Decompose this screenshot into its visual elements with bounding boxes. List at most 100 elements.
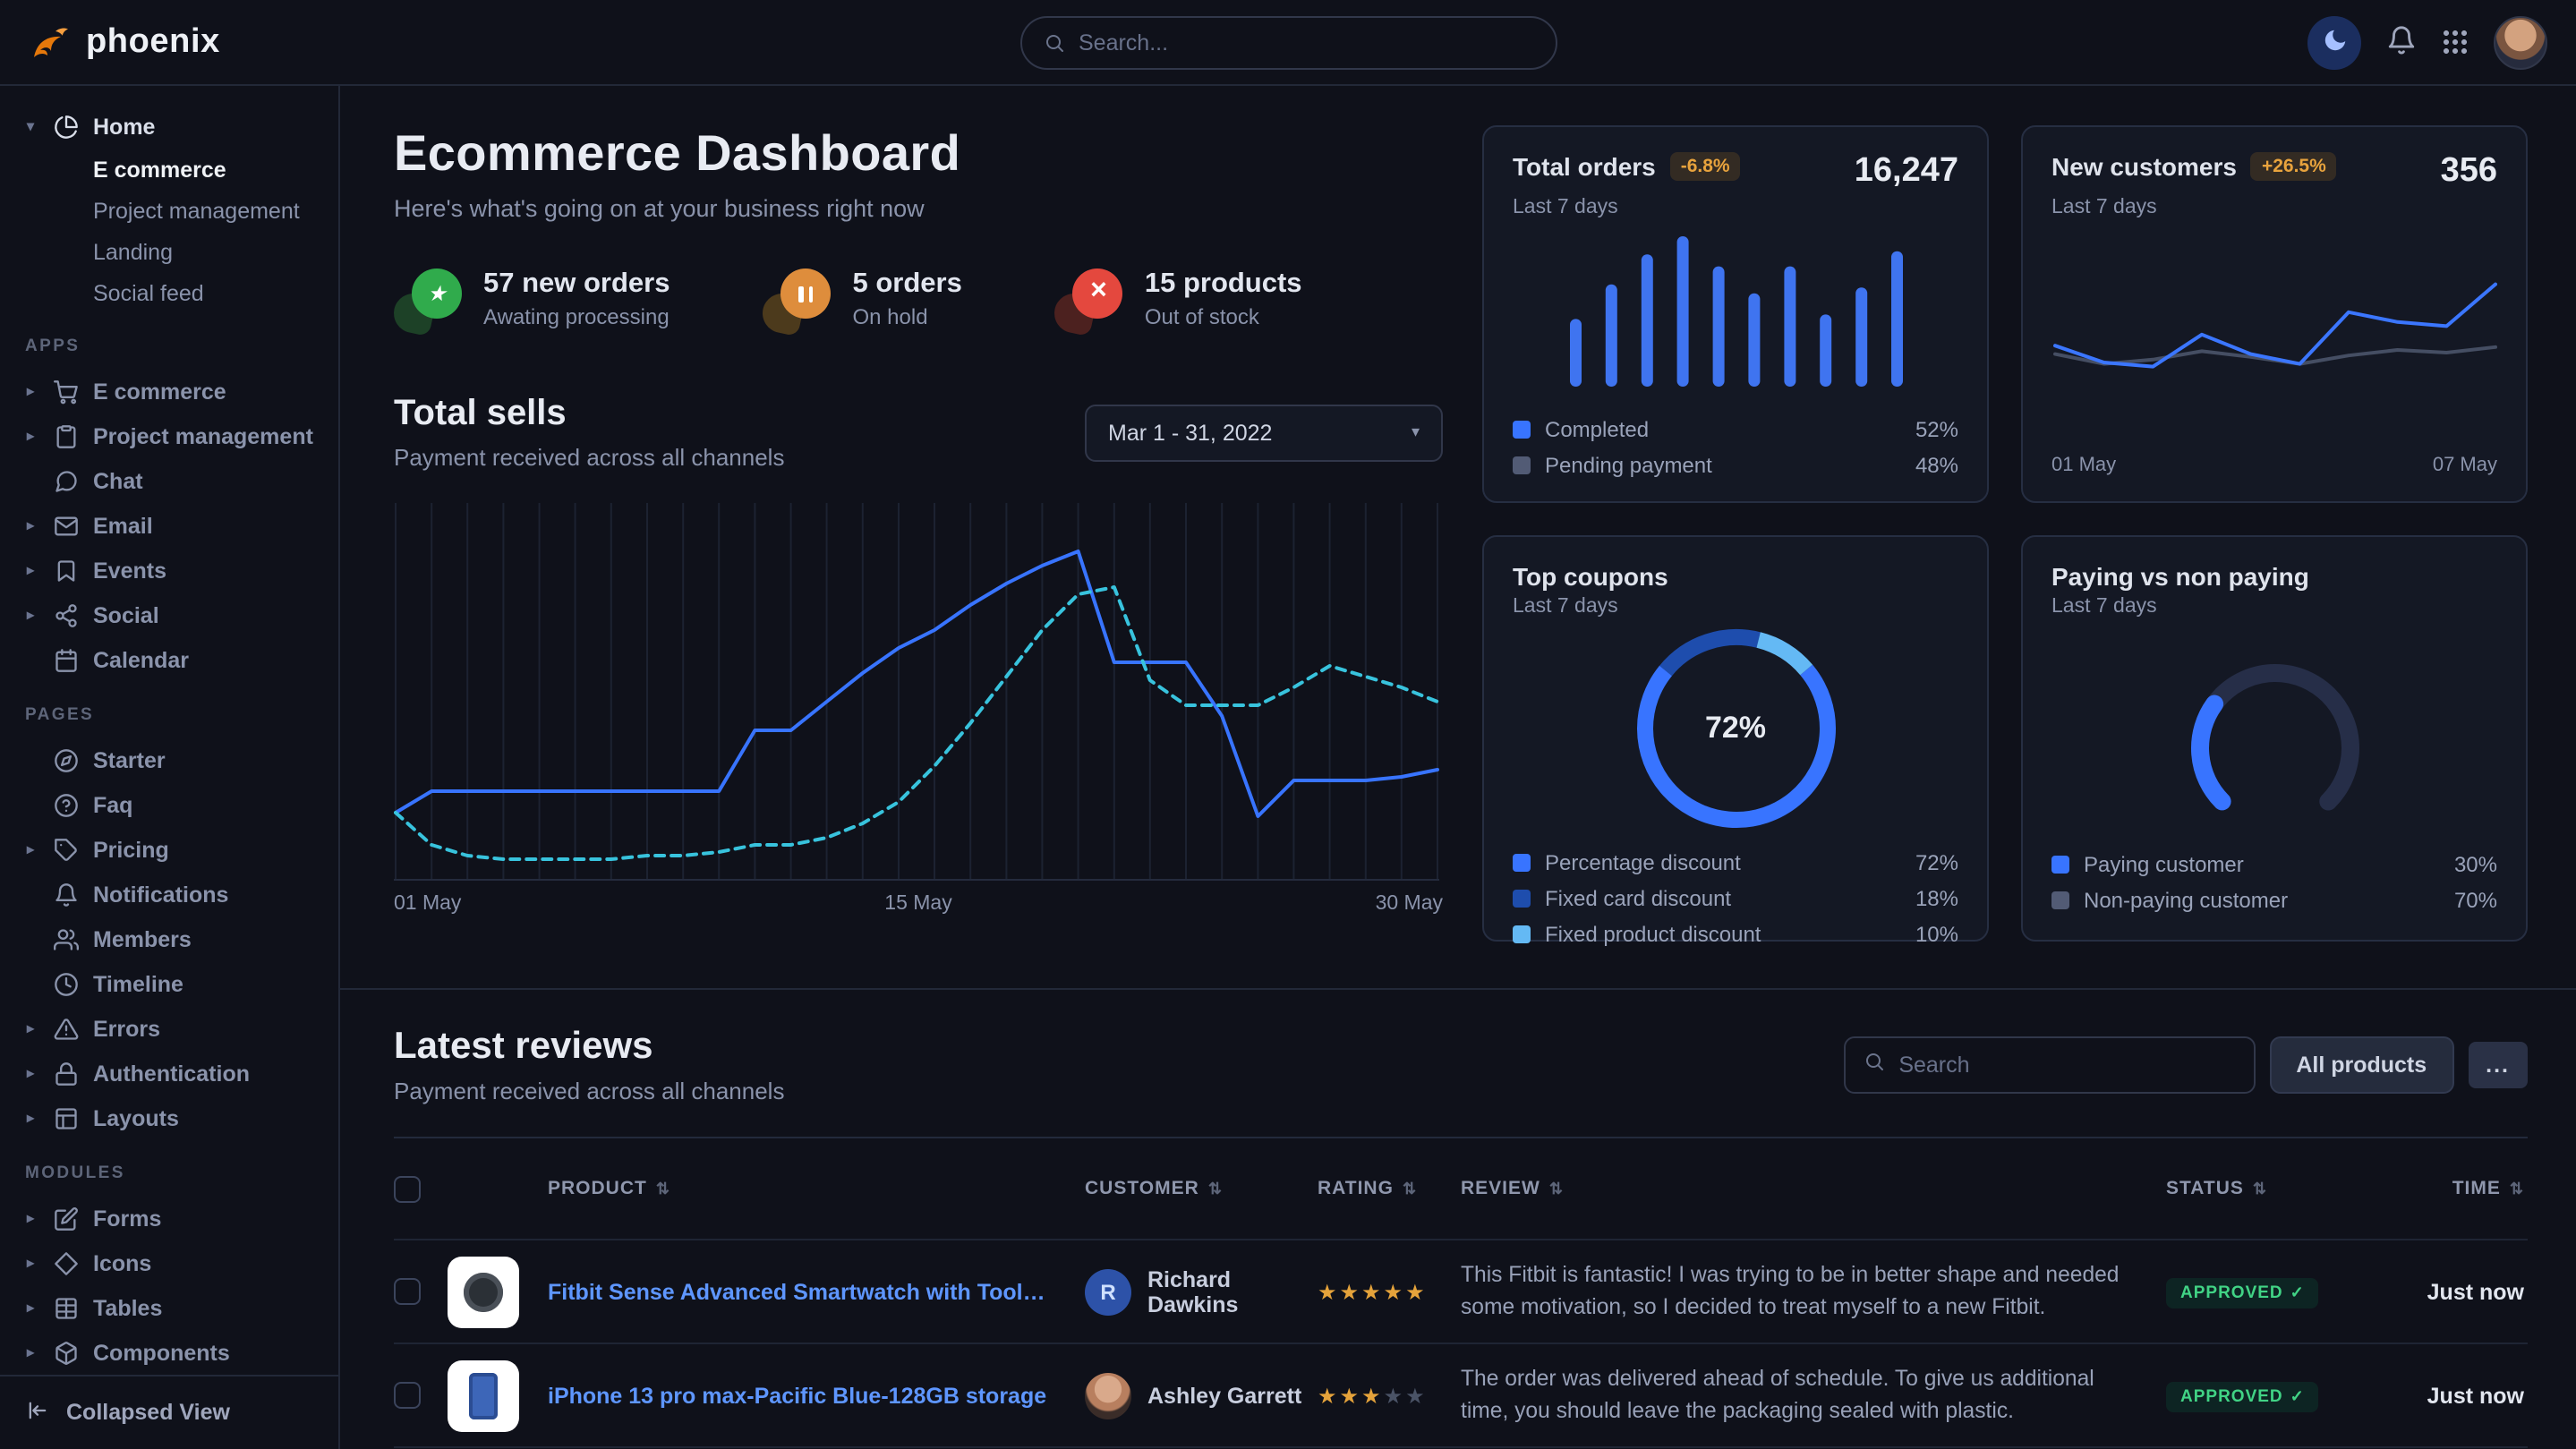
sidebar-item-label: Pricing — [93, 837, 169, 862]
pause-icon — [781, 268, 832, 319]
status-cell: APPROVED✓ — [2166, 1378, 2374, 1412]
sidebar-item-label: Faq — [93, 792, 132, 817]
total-sells-header: Total sells Payment received across all … — [394, 394, 1443, 471]
sidebar-item-tables[interactable]: ▸Tables — [21, 1285, 317, 1330]
theme-toggle-button[interactable] — [2307, 15, 2361, 69]
sidebar-item-e-commerce[interactable]: E commerce — [21, 149, 317, 190]
customer-name: Richard Dawkins — [1147, 1266, 1318, 1317]
card-period: Last 7 days — [1513, 197, 1958, 218]
clock-icon — [54, 971, 79, 996]
all-products-button[interactable]: All products — [2269, 1036, 2453, 1094]
column-header-review[interactable]: REVIEW ⇅ — [1461, 1178, 2166, 1199]
sidebar-item-icons[interactable]: ▸Icons — [21, 1240, 317, 1285]
dashboard-left-column: Ecommerce Dashboard Here's what's going … — [394, 125, 1443, 942]
sidebar-item-errors[interactable]: ▸Errors — [21, 1006, 317, 1051]
chevron-right-icon: ▸ — [21, 607, 39, 623]
diamond-icon — [54, 1250, 79, 1275]
phoenix-logo-icon — [29, 21, 72, 64]
row-checkbox[interactable] — [394, 1278, 421, 1305]
sidebar-item-label: Components — [93, 1340, 230, 1365]
sidebar-item-label: Tables — [93, 1295, 162, 1320]
chevron-right-icon: ▸ — [21, 841, 39, 857]
more-options-button[interactable]: ... — [2468, 1042, 2528, 1088]
sidebar-item-authentication[interactable]: ▸Authentication — [21, 1051, 317, 1095]
select-all-checkbox[interactable] — [394, 1175, 421, 1202]
product-image[interactable] — [448, 1360, 519, 1431]
collapse-label: Collapsed View — [66, 1400, 230, 1425]
date-range-select[interactable]: Mar 1 - 31, 2022 ▾ — [1085, 404, 1443, 461]
sidebar-item-project-management[interactable]: ▸Project management — [21, 413, 317, 458]
star-icon — [412, 268, 462, 319]
legend-item-fixed-product-discount: Fixed product discount10% — [1513, 918, 1958, 949]
collapse-icon — [25, 1397, 50, 1428]
reviews-search[interactable] — [1843, 1036, 2255, 1094]
product-link[interactable]: iPhone 13 pro max-Pacific Blue-128GB sto… — [548, 1383, 1085, 1408]
collapse-sidebar-button[interactable]: Collapsed View — [0, 1374, 338, 1449]
card-value: 16,247 — [1855, 152, 1958, 192]
reviews-search-input[interactable] — [1898, 1053, 2235, 1078]
sidebar-item-faq[interactable]: Faq — [21, 782, 317, 827]
legend-swatch — [2051, 891, 2069, 908]
notifications-button[interactable] — [2386, 24, 2417, 60]
legend-label: Fixed card discount — [1545, 885, 1731, 910]
message-icon — [54, 468, 79, 493]
sidebar-item-label: Email — [93, 513, 153, 538]
sidebar-item-email[interactable]: ▸Email — [21, 503, 317, 548]
column-header-product[interactable]: PRODUCT ⇅ — [548, 1178, 1085, 1199]
product-link[interactable]: Fitbit Sense Advanced Smartwatch with To… — [548, 1279, 1085, 1304]
apps-button[interactable] — [2442, 29, 2469, 55]
sidebar-item-label: Events — [93, 558, 166, 583]
sidebar-item-social-feed[interactable]: Social feed — [21, 272, 317, 313]
sidebar-item-components[interactable]: ▸ Components — [21, 1330, 317, 1374]
customer-cell[interactable]: RRichard Dawkins — [1085, 1266, 1318, 1317]
legend-value: 52% — [1915, 416, 1958, 441]
customer-avatar — [1085, 1372, 1131, 1419]
clipboard-icon — [54, 423, 79, 448]
user-avatar[interactable] — [2494, 15, 2547, 69]
product-image[interactable] — [448, 1256, 519, 1327]
time-cell: Just now — [2374, 1279, 2528, 1304]
stat-value: 15 products — [1145, 268, 1302, 301]
row-checkbox[interactable] — [394, 1382, 421, 1409]
sidebar-item-forms[interactable]: ▸Forms — [21, 1196, 317, 1240]
sidebar-item-notifications[interactable]: Notifications — [21, 872, 317, 916]
global-search[interactable] — [1019, 15, 1557, 69]
sidebar-item-members[interactable]: Members — [21, 916, 317, 961]
sidebar-item-starter[interactable]: Starter — [21, 737, 317, 782]
customer-cell[interactable]: Ashley Garrett — [1085, 1372, 1318, 1419]
sidebar-item-layouts[interactable]: ▸Layouts — [21, 1095, 317, 1140]
sidebar-item-social[interactable]: ▸Social — [21, 592, 317, 637]
chevron-right-icon: ▸ — [21, 1344, 39, 1360]
sidebar-item-home[interactable]: ▾Home — [21, 104, 317, 149]
brand[interactable]: phoenix — [29, 21, 340, 64]
sidebar-section-pages: PAGES — [25, 705, 317, 725]
card-title: Paying vs non paying — [2051, 562, 2309, 591]
dashboard-top: Ecommerce Dashboard Here's what's going … — [394, 125, 2528, 942]
card-title: Total orders — [1513, 152, 1656, 181]
column-header-status[interactable]: STATUS ⇅ — [2166, 1178, 2374, 1199]
sidebar-item-pricing[interactable]: ▸ Pricing — [21, 827, 317, 872]
search-icon — [1043, 31, 1064, 53]
card-value: 356 — [2441, 152, 2497, 192]
card-period: Last 7 days — [2051, 596, 2497, 618]
star-icon — [394, 268, 462, 333]
sidebar-item-events[interactable]: ▸Events — [21, 548, 317, 592]
date-range-value: Mar 1 - 31, 2022 — [1108, 420, 1272, 445]
sidebar-item-landing[interactable]: Landing — [21, 231, 317, 272]
legend-value: 10% — [1915, 921, 1958, 946]
sidebar-item-chat[interactable]: Chat — [21, 458, 317, 503]
sidebar-item-calendar[interactable]: Calendar — [21, 637, 317, 682]
sidebar-item-label: E commerce — [93, 379, 226, 404]
column-header-customer[interactable]: CUSTOMER ⇅ — [1085, 1178, 1318, 1199]
chevron-right-icon: ▸ — [21, 383, 39, 399]
help-icon — [54, 792, 79, 817]
sidebar-item-timeline[interactable]: Timeline — [21, 961, 317, 1006]
legend-item-non-paying-customer: Non-paying customer70% — [2051, 884, 2497, 915]
sidebar-item-e-commerce[interactable]: ▸ E commerce — [21, 369, 317, 413]
column-header-rating[interactable]: RATING ⇅ — [1318, 1178, 1461, 1199]
stat-caption: On hold — [853, 304, 928, 329]
search-input[interactable] — [1079, 30, 1533, 55]
column-header-time[interactable]: TIME ⇅ — [2374, 1178, 2528, 1199]
sidebar-item-project-management[interactable]: Project management — [21, 190, 317, 231]
paying-gauge-chart — [2140, 635, 2409, 841]
